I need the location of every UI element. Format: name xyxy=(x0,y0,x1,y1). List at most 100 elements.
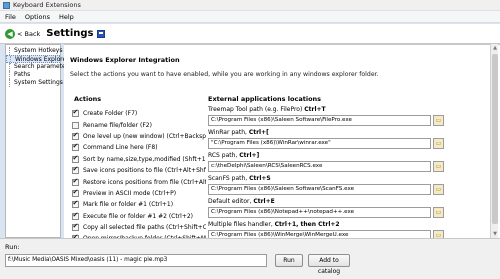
action-checkbox[interactable] xyxy=(72,154,79,163)
save-icon[interactable] xyxy=(96,29,105,38)
actions-list: Create Folder (F7) Rename file/folder (F2… xyxy=(72,108,206,245)
action-checkbox[interactable] xyxy=(72,222,79,232)
action-row: Copy all selected file paths (Ctrl+Shift… xyxy=(72,222,206,233)
action-label[interactable]: Preview in ASCII mode (Ctrl+P) xyxy=(83,190,176,197)
section-heading: Windows Explorer Integration xyxy=(70,56,180,64)
back-arrow-icon: ◀ xyxy=(5,28,15,39)
ext-app-label-text: RCS path, xyxy=(208,152,240,159)
ext-app-shortcut: Ctrl+E xyxy=(253,198,275,205)
browse-folder-icon[interactable]: ▭ xyxy=(433,206,444,218)
action-row: Create Folder (F7) xyxy=(72,108,206,119)
ext-app-shortcut: Ctrl+[ xyxy=(248,129,269,136)
actions-heading: Actions xyxy=(74,95,102,103)
ext-app-field: C:\Program Files (x86)\Notepad++\notepad… xyxy=(208,206,444,218)
browse-folder-icon[interactable]: ▭ xyxy=(433,137,444,149)
sidebar-item-windows-explorer[interactable]: Windows Explorer xyxy=(6,55,69,64)
browse-folder-icon[interactable]: ▭ xyxy=(433,183,444,195)
ext-app-shortcut: Ctrl+T xyxy=(304,106,326,113)
ext-app-label: Multiple files handler, Ctrl+1, then Ctr… xyxy=(208,221,444,229)
ext-app-field: c:\theDelphi\Saleen\RCS\SaleenRCS.exe ▭ xyxy=(208,160,444,172)
page-title: Settings xyxy=(46,28,94,39)
ext-app-field: "C:\Program Files (x86)\WinRar\winrar.ex… xyxy=(208,137,444,149)
back-button[interactable]: ◀ < Back xyxy=(5,28,41,39)
sidebar-item-label: System Hotkeys xyxy=(14,47,63,54)
action-label[interactable]: Copy all selected file paths (Ctrl+Shift… xyxy=(83,224,206,231)
ext-app-label: Default editor, Ctrl+E xyxy=(208,198,444,206)
menu-help[interactable]: Help xyxy=(59,13,74,21)
action-label[interactable]: Rename file/folder (F2) xyxy=(83,122,152,129)
action-checkbox[interactable] xyxy=(72,121,79,129)
scroll-thumb[interactable] xyxy=(492,54,498,224)
action-row: Save icons positions to file (Ctrl+Alt+S… xyxy=(72,165,206,176)
ext-app-field: C:\Program Files (x86)\Saleen Software\S… xyxy=(208,183,444,195)
action-label[interactable]: Restore icons positions from file (Ctrl+… xyxy=(83,179,206,186)
ext-app-label: ScanFS path, Ctrl+S xyxy=(208,175,444,183)
scroll-up-icon[interactable]: ▲ xyxy=(492,45,498,51)
sidebar-item-label: Paths xyxy=(14,71,31,78)
browse-folder-icon[interactable]: ▭ xyxy=(433,160,444,172)
sidebar-item-search-parameters[interactable]: Search parameters xyxy=(6,63,71,71)
action-row: One level up (new window) (Ctrl+Backspac… xyxy=(72,131,206,142)
ext-app-shortcut: Ctrl+] xyxy=(239,152,260,159)
action-row: Restore icons positions from file (Ctrl+… xyxy=(72,176,206,187)
action-row: Rename file/folder (F2) xyxy=(72,119,206,130)
ext-app-path-input[interactable]: "C:\Program Files (x86)\WinRar\winrar.ex… xyxy=(208,137,431,149)
add-to-catalog-button[interactable]: Add to catalog xyxy=(308,254,350,275)
action-checkbox[interactable] xyxy=(72,199,79,209)
menu-file[interactable]: File xyxy=(5,13,16,21)
action-label[interactable]: Sort by name,size,type,modified (Shft+1,… xyxy=(83,156,206,163)
action-checkbox[interactable] xyxy=(72,131,79,140)
action-row: Execute file or folder #1 #2 (Ctrl+2) xyxy=(72,211,206,222)
action-label[interactable]: One level up (new window) (Ctrl+Backspac… xyxy=(83,133,206,140)
run-input[interactable]: f:\Music Media\OASIS Mixed\oasis (11) - … xyxy=(5,254,267,267)
vertical-scrollbar[interactable]: ▲ ▼ xyxy=(490,44,498,238)
action-checkbox[interactable] xyxy=(72,165,79,175)
ext-app-label-text: Default editor, xyxy=(208,198,254,205)
action-row: Mark file or folder #1 (Ctrl+1) xyxy=(72,199,206,210)
back-label: < Back xyxy=(17,29,41,38)
sidebar-item-paths[interactable]: Paths xyxy=(6,71,60,79)
ext-app-label: WinRar path, Ctrl+[ xyxy=(208,129,444,137)
browse-folder-icon[interactable]: ▭ xyxy=(433,114,444,126)
window-title: Keyboard Extensions xyxy=(13,1,81,9)
action-checkbox[interactable] xyxy=(72,177,79,186)
action-label[interactable]: Execute file or folder #1 #2 (Ctrl+2) xyxy=(83,213,193,220)
action-row: Preview in ASCII mode (Ctrl+P) xyxy=(72,188,206,199)
run-label: Run: xyxy=(5,243,20,251)
external-apps-heading: External applications locations xyxy=(208,95,322,103)
sidebar-item-label: System Settings xyxy=(14,79,63,86)
action-row: Sort by name,size,type,modified (Shft+1,… xyxy=(72,154,206,165)
action-label[interactable]: Create Folder (F7) xyxy=(83,110,137,117)
ext-app-path-input[interactable]: C:\Program Files (x86)\Notepad++\notepad… xyxy=(208,206,431,218)
app-icon xyxy=(3,1,10,9)
ext-app-label-text: WinRar path, xyxy=(208,129,249,136)
ext-app-label-text: ScanFS path, xyxy=(208,175,250,182)
sidebar-item-system-settings[interactable]: System Settings xyxy=(6,79,63,87)
action-checkbox[interactable] xyxy=(72,108,79,118)
settings-panel: Windows Explorer Integration Select the … xyxy=(64,44,500,243)
action-checkbox[interactable] xyxy=(72,211,79,220)
action-row: Command Line here (F8) xyxy=(72,142,206,153)
action-checkbox[interactable] xyxy=(72,142,79,152)
external-apps-list: Treemap Tool path (e.g. FilePro) Ctrl+T C… xyxy=(208,106,444,244)
sidebar-item-label: Search parameters xyxy=(14,63,72,70)
sidebar-item-system-hotkeys[interactable]: System Hotkeys xyxy=(6,47,63,55)
run-bar: Run: f:\Music Media\OASIS Mixed\oasis (1… xyxy=(0,238,500,279)
ext-app-label: Treemap Tool path (e.g. FilePro) Ctrl+T xyxy=(208,106,444,114)
ext-app-path-input[interactable]: C:\Program Files (x86)\Saleen Software\F… xyxy=(208,114,431,126)
action-label[interactable]: Command Line here (F8) xyxy=(83,144,158,151)
action-checkbox[interactable] xyxy=(72,188,79,197)
ext-app-path-input[interactable]: C:\Program Files (x86)\Saleen Software\S… xyxy=(208,183,431,195)
run-button[interactable]: Run xyxy=(275,254,303,267)
action-label[interactable]: Save icons positions to file (Ctrl+Alt+S… xyxy=(83,167,206,174)
ext-app-label: RCS path, Ctrl+] xyxy=(208,152,444,160)
ext-app-field: C:\Program Files (x86)\Saleen Software\F… xyxy=(208,114,444,126)
scroll-down-icon[interactable]: ▼ xyxy=(492,231,498,237)
ext-app-path-input[interactable]: c:\theDelphi\Saleen\RCS\SaleenRCS.exe xyxy=(208,160,431,172)
settings-tree: System Hotkeys Windows Explorer Search p… xyxy=(5,44,71,238)
ext-app-shortcut: Ctrl+S xyxy=(249,175,271,182)
ext-app-shortcut: Ctrl+1, then Ctrl+2 xyxy=(274,221,340,228)
action-label[interactable]: Mark file or folder #1 (Ctrl+1) xyxy=(83,201,173,208)
ext-app-label-text: Treemap Tool path (e.g. FilePro) xyxy=(208,106,305,113)
menu-options[interactable]: Options xyxy=(25,13,50,21)
